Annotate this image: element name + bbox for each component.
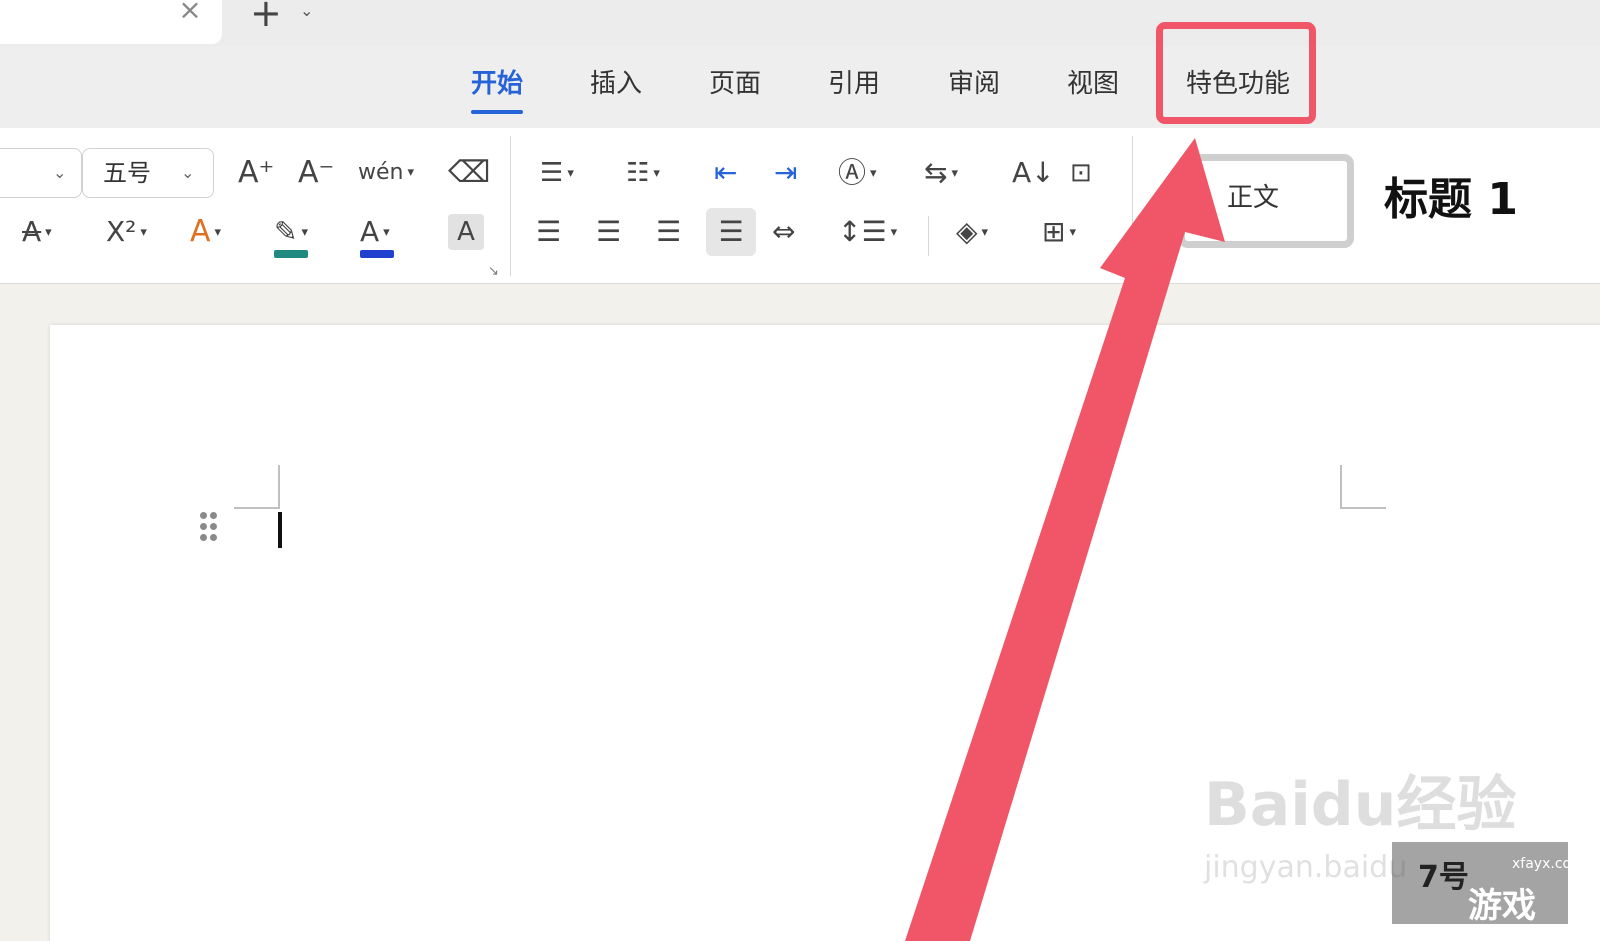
paragraph-dialog-launcher-icon[interactable]: ↘	[1110, 262, 1121, 277]
chevron-down-icon: ▾	[981, 225, 989, 240]
chevron-down-icon: ⌄	[53, 163, 67, 182]
tab-home[interactable]: 开始	[471, 66, 524, 114]
pinyin-guide-label: wén	[358, 160, 404, 185]
toolbar-separator	[928, 216, 929, 256]
chevron-down-icon: ▾	[567, 165, 574, 181]
font-color-glyph: A	[360, 215, 380, 248]
paragraph-shading-icon[interactable]: ◈ ▾	[956, 214, 988, 251]
highlight-pen-icon[interactable]: ✎ ▾	[274, 214, 308, 258]
watermark-text: 游戏	[1468, 886, 1536, 926]
ribbon-tab-bar: 开始 插入 页面 引用 审阅 视图 特色功能	[0, 46, 1600, 128]
show-marks-icon[interactable]: ⊡	[1070, 155, 1092, 191]
style-heading-1[interactable]: 标题 1	[1384, 170, 1518, 230]
align-right-icon[interactable]: ☰	[656, 214, 681, 250]
chevron-down-icon[interactable]: ⌄	[300, 0, 313, 22]
highlight-pen-glyph: ✎	[274, 215, 298, 248]
baidu-watermark: Baidu经验	[1204, 770, 1517, 840]
eraser-icon[interactable]: ⌫	[448, 155, 490, 191]
borders-icon[interactable]: ⊞ ▾	[1042, 214, 1076, 251]
font-family-select[interactable]: ⌄	[0, 148, 82, 198]
chevron-down-icon: ▾	[870, 166, 877, 181]
chevron-down-icon: ⌄	[181, 163, 195, 182]
bullet-list-icon[interactable]: ☰ ▾	[540, 155, 574, 192]
close-icon[interactable]: ×	[178, 0, 202, 24]
chevron-down-icon: ▾	[407, 165, 415, 180]
game-site-watermark: 7号 游戏 xfayx.com	[1392, 842, 1585, 926]
strikethrough-glyph: A	[22, 215, 42, 248]
chevron-down-icon: ▾	[653, 165, 660, 181]
text-effect-icon[interactable]: A ▾	[190, 214, 221, 251]
chevron-down-icon: ▾	[951, 166, 958, 181]
font-size-select[interactable]: 五号 ⌄	[82, 148, 214, 198]
font-color-icon[interactable]: A ▾	[360, 214, 394, 258]
style-normal-label: 正文	[1227, 183, 1280, 213]
annotation-highlight-box	[1156, 22, 1316, 124]
margin-mark-top-left	[234, 507, 280, 509]
char-spacing-icon[interactable]: Ⓐ ▾	[838, 155, 877, 192]
text-effect-glyph: A	[190, 214, 211, 249]
drag-handle-icon[interactable]	[198, 510, 220, 544]
pinyin-guide-icon[interactable]: wén ▾	[358, 155, 414, 191]
document-tab[interactable]: ×	[0, 0, 222, 44]
justify-icon[interactable]: ☰	[706, 208, 756, 256]
distributed-align-icon[interactable]: ⇔	[772, 214, 795, 250]
chevron-down-icon: ▾	[890, 225, 898, 240]
toolbar-separator	[510, 136, 511, 276]
superscript-glyph: X²	[106, 215, 137, 248]
align-center-icon[interactable]: ☰	[596, 214, 621, 250]
chevron-down-icon: ▾	[383, 225, 390, 240]
text-cursor	[278, 512, 282, 548]
chevron-down-icon: ▾	[140, 225, 147, 240]
shrink-font-icon[interactable]: A⁻	[298, 155, 334, 191]
ribbon-toolbar: ⌄ 五号 ⌄ A⁺ A⁻ wén ▾ ⌫ A ▾ X² ▾ A ▾ ✎ ▾ A ▾ A ↘ …	[0, 128, 1600, 284]
style-normal[interactable]: 正文	[1178, 154, 1354, 248]
font-color-swatch	[360, 250, 394, 258]
superscript-icon[interactable]: X² ▾	[106, 214, 147, 251]
margin-mark-top-right	[1340, 465, 1342, 509]
tab-references[interactable]: 引用	[828, 66, 880, 102]
new-tab-icon[interactable]: +	[250, 0, 282, 32]
chevron-down-icon: ▾	[1069, 225, 1076, 240]
line-spacing-icon[interactable]: ↕☰ ▾	[838, 214, 897, 251]
sort-icon[interactable]: A↓	[1012, 155, 1055, 191]
chevron-down-icon: ▾	[214, 224, 222, 240]
grow-font-icon[interactable]: A⁺	[238, 155, 274, 191]
title-bar: × + ⌄	[0, 0, 1600, 46]
chevron-down-icon: ▾	[301, 225, 308, 240]
numbered-list-icon[interactable]: ☷ ▾	[626, 155, 660, 192]
increase-indent-icon[interactable]: ⇥	[774, 155, 797, 191]
watermark-text: 7号	[1418, 860, 1469, 895]
baidu-url-watermark: jingyan.baidu	[1204, 850, 1408, 885]
tab-insert[interactable]: 插入	[590, 66, 642, 102]
watermark-text: xfayx.com	[1512, 856, 1585, 872]
tab-page[interactable]: 页面	[709, 66, 761, 102]
tab-view[interactable]: 视图	[1067, 66, 1119, 102]
font-size-value: 五号	[103, 159, 151, 187]
decrease-indent-icon[interactable]: ⇤	[714, 155, 737, 191]
align-left-icon[interactable]: ☰	[536, 214, 561, 250]
text-direction-icon[interactable]: ⇆ ▾	[924, 155, 958, 192]
margin-mark-top-right	[1340, 507, 1386, 509]
character-shading-icon[interactable]: A	[448, 214, 484, 250]
toolbar-separator	[1132, 136, 1133, 276]
margin-mark-top-left	[278, 465, 280, 509]
strikethrough-icon[interactable]: A ▾	[22, 214, 52, 251]
font-dialog-launcher-icon[interactable]: ↘	[488, 264, 499, 279]
chevron-down-icon: ▾	[45, 225, 52, 240]
tab-review[interactable]: 审阅	[948, 66, 1000, 102]
highlight-color-swatch	[274, 250, 308, 258]
